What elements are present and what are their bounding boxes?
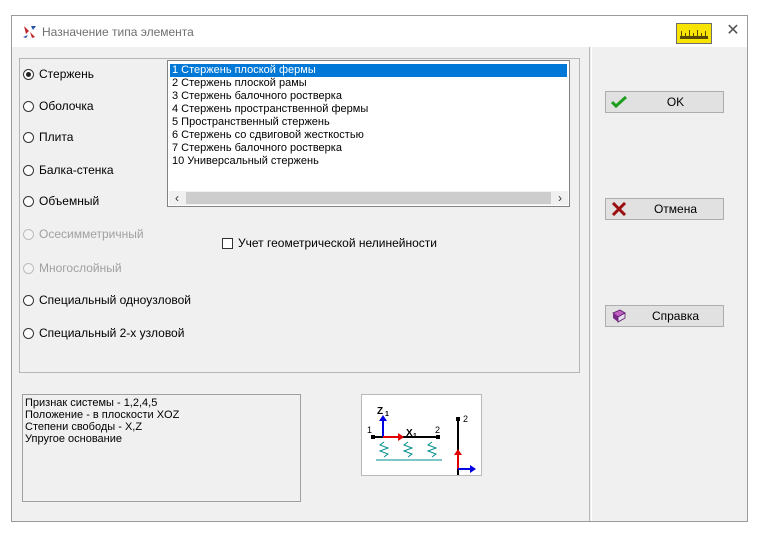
node-top-label: 2	[463, 414, 468, 424]
radio-rod[interactable]: Стержень	[23, 66, 94, 82]
close-icon: ✕	[726, 22, 740, 39]
list-item[interactable]: 10 Универсальный стержень	[170, 155, 567, 168]
close-button[interactable]: ✕	[724, 21, 742, 41]
help-button[interactable]: Справка	[605, 305, 724, 327]
ok-label: OK	[666, 95, 685, 109]
title-bar: Назначение типа элемента ✕	[12, 16, 747, 47]
vertical-divider	[589, 47, 590, 521]
radio-label: Специальный одноузловой	[39, 293, 192, 307]
nonlinearity-checkbox-row[interactable]: Учет геометрической нелинейности	[222, 236, 437, 250]
radio-wall-beam[interactable]: Балка-стенка	[23, 162, 114, 178]
radio-label: Плита	[39, 130, 74, 144]
window-title: Назначение типа элемента	[42, 25, 194, 39]
radio-label: Стержень	[39, 67, 94, 81]
element-schematic: 1 2 Z 1 X 1 2 1	[361, 394, 482, 476]
radio-indicator[interactable]	[23, 294, 34, 306]
radio-indicator[interactable]	[23, 327, 34, 339]
radio-special-single-node[interactable]: Специальный одноузловой	[23, 292, 191, 308]
list-item[interactable]: 2 Стержень плоской рамы	[170, 77, 567, 90]
ok-button[interactable]: OK	[605, 91, 724, 113]
radio-indicator[interactable]	[23, 131, 34, 143]
radio-multilayer: Многослойный	[23, 260, 122, 276]
node-right-label: 2	[435, 425, 440, 435]
node-left-label: 1	[367, 425, 372, 435]
elastic-foundation-springs	[376, 441, 442, 461]
x-axis-head	[398, 433, 404, 441]
app-icon	[23, 26, 36, 38]
help-label: Справка	[651, 309, 700, 323]
radio-indicator[interactable]	[23, 164, 34, 176]
node-marker	[456, 417, 460, 421]
radio-special-two-node[interactable]: Специальный 2-х узловой	[23, 325, 184, 341]
radio-shell[interactable]: Оболочка	[23, 98, 94, 114]
x-axis-sub: 1	[413, 433, 417, 440]
info-line: Положение - в плоскости XOZ	[25, 409, 180, 421]
z-axis-sub: 1	[385, 411, 389, 418]
list-item[interactable]: 3 Стержень балочного ростверка	[170, 90, 567, 103]
vertical-divider-highlight	[591, 47, 592, 521]
list-item[interactable]: 6 Стержень со сдвиговой жесткостью	[170, 129, 567, 142]
radio-label: Балка-стенка	[39, 163, 114, 177]
radio-indicator[interactable]	[23, 195, 34, 207]
list-item[interactable]: 5 Пространственный стержень	[170, 116, 567, 129]
red-x-icon	[611, 201, 627, 217]
radio-label: Оболочка	[39, 99, 94, 113]
info-line: Упругое основание	[25, 433, 122, 445]
horizontal-scrollbar[interactable]: ‹ ›	[169, 191, 568, 205]
vertical-z-head	[454, 449, 462, 455]
radio-axisymmetric: Осесимметричный	[23, 226, 144, 242]
ruler-icon	[680, 30, 708, 39]
radio-indicator[interactable]	[23, 100, 34, 112]
scroll-thumb[interactable]	[186, 192, 551, 204]
radio-label: Специальный 2-х узловой	[39, 326, 185, 340]
radio-label: Объемный	[39, 194, 100, 208]
radio-indicator[interactable]	[23, 68, 34, 80]
scroll-left-icon[interactable]: ‹	[169, 191, 185, 205]
vertical-x-head	[470, 465, 476, 473]
nonlinearity-label: Учет геометрической нелинейности	[238, 236, 437, 250]
radio-label: Многослойный	[39, 261, 122, 275]
dialog-window: Назначение типа элемента ✕ Стержень Обол…	[11, 15, 748, 522]
cancel-label: Отмена	[653, 202, 698, 216]
info-line: Признак системы - 1,2,4,5	[25, 397, 158, 409]
scroll-right-icon[interactable]: ›	[552, 191, 568, 205]
node-marker	[436, 435, 440, 439]
cancel-button[interactable]: Отмена	[605, 198, 724, 220]
list-item[interactable]: 1 Стержень плоской фермы	[170, 64, 567, 77]
radio-volumetric[interactable]: Объемный	[23, 193, 99, 209]
element-info-box: Признак системы - 1,2,4,5 Положение - в …	[22, 394, 301, 502]
node-marker	[371, 435, 375, 439]
z-axis-label: Z	[377, 406, 383, 417]
list-item[interactable]: 4 Стержень пространственной фермы	[170, 103, 567, 116]
radio-label: Осесимметричный	[39, 227, 144, 241]
radio-indicator	[23, 262, 34, 274]
radio-indicator	[23, 228, 34, 240]
list-item[interactable]: 7 Стержень балочного ростверка	[170, 142, 567, 155]
x-axis-label: X	[406, 428, 413, 439]
green-check-icon	[610, 95, 628, 109]
radio-plate[interactable]: Плита	[23, 129, 73, 145]
element-type-list[interactable]: 1 Стержень плоской фермы 2 Стержень плос…	[167, 60, 570, 207]
nonlinearity-checkbox[interactable]	[222, 237, 233, 249]
info-line: Степени свободы - X,Z	[25, 421, 143, 433]
ruler-button[interactable]	[676, 23, 712, 44]
help-book-icon	[611, 309, 627, 323]
